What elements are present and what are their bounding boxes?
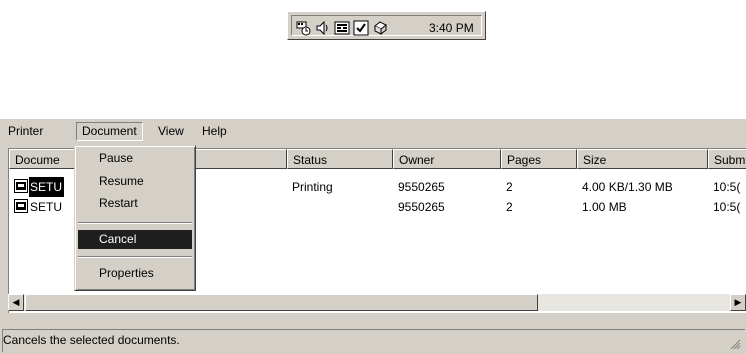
tray-clock[interactable]: 3:40 PM [429, 21, 474, 35]
tray-inset: 3:40 PM [291, 15, 482, 36]
menu-view[interactable]: View [153, 123, 189, 140]
menu-document[interactable]: Document [76, 122, 143, 141]
menu-separator [78, 222, 192, 224]
keyboard-layout-icon[interactable] [334, 20, 350, 36]
horizontal-scrollbar[interactable]: ◀ ▶ [8, 294, 746, 311]
arrow-right-icon: ▶ [734, 297, 742, 307]
resize-grip-icon[interactable] [729, 338, 741, 350]
job-size: 1.00 MB [582, 200, 627, 214]
scroll-right-button[interactable]: ▶ [730, 294, 746, 311]
menu-item-cancel[interactable]: Cancel [78, 230, 192, 249]
job-pages: 2 [506, 200, 513, 214]
menu-item-resume[interactable]: Resume [78, 172, 192, 191]
scroll-left-button[interactable]: ◀ [8, 294, 24, 311]
job-owner: 9550265 [398, 200, 445, 214]
security-shield-icon[interactable] [353, 20, 369, 36]
arrow-left-icon: ◀ [12, 297, 20, 307]
job-owner: 9550265 [398, 180, 445, 194]
job-submitted: 10:5( [713, 180, 741, 194]
menu-item-pause[interactable]: Pause [78, 149, 192, 168]
system-tray: 3:40 PM [287, 11, 486, 40]
job-status: Printing [292, 180, 333, 194]
column-header-status[interactable]: Status [287, 149, 393, 169]
menu-bar: Printer Document View Help [0, 119, 746, 143]
document-menu-dropdown: Pause Resume Restart Cancel Properties [74, 145, 196, 291]
menu-printer[interactable]: Printer [3, 123, 48, 140]
job-submitted: 10:5( [713, 200, 741, 214]
scrollbar-thumb[interactable] [25, 294, 538, 311]
volume-icon[interactable] [315, 20, 331, 36]
job-document-name: SETU [29, 177, 64, 197]
column-header-submitted[interactable]: Subm [708, 149, 746, 169]
printer-tray-icon[interactable] [372, 20, 388, 36]
menu-item-properties[interactable]: Properties [78, 264, 192, 283]
status-bar: Cancels the selected documents. [2, 329, 745, 352]
network-adapter-icon[interactable] [296, 20, 312, 36]
job-size: 4.00 KB/1.30 MB [582, 180, 673, 194]
column-header-size[interactable]: Size [577, 149, 708, 169]
menu-help[interactable]: Help [197, 123, 232, 140]
column-header-owner[interactable]: Owner [393, 149, 501, 169]
menu-separator [78, 256, 192, 258]
document-icon [14, 179, 28, 193]
menu-item-restart[interactable]: Restart [78, 194, 192, 213]
job-document-name: SETU [30, 200, 63, 214]
column-header-pages[interactable]: Pages [501, 149, 577, 169]
job-pages: 2 [506, 180, 513, 194]
status-text: Cancels the selected documents. [3, 333, 180, 347]
document-icon [14, 199, 28, 213]
